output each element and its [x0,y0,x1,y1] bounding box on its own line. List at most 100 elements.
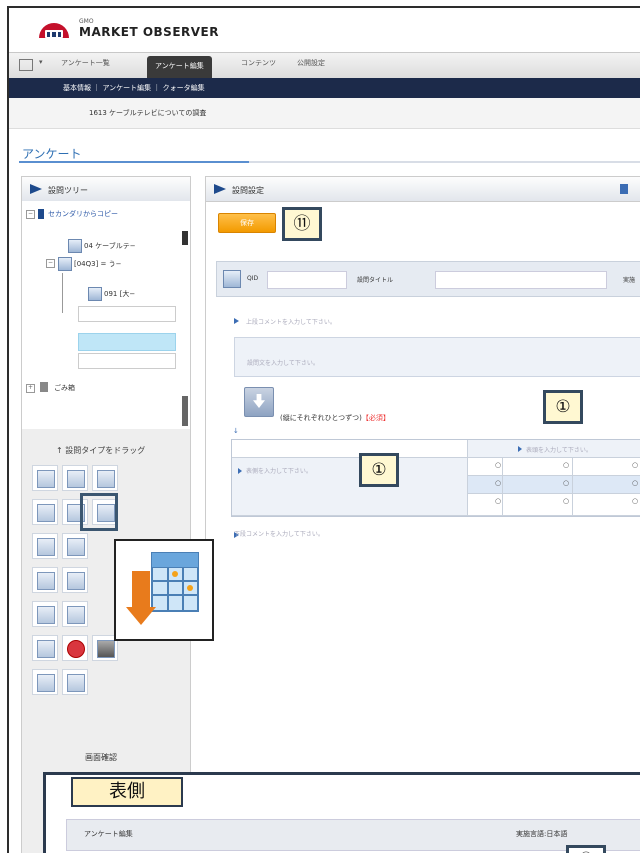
highlighted-matrix-icon [80,493,118,531]
screen-confirm-label[interactable]: 画面確認 [85,752,117,763]
type-table-icon[interactable] [32,567,58,593]
top-comment-input[interactable]: 上段コメントを入力して下さい。 [246,317,336,326]
question-title-input[interactable] [435,271,607,289]
drag-hint: ↑ 設問タイプをドラッグ [22,435,190,461]
save-button[interactable]: 保存 [218,213,276,233]
type-page-icon[interactable] [62,601,88,627]
question-text-hint: 設問文を入力して下さい。 [247,360,319,367]
tab-survey-edit[interactable]: アンケート編集 [147,56,212,78]
logo-text: MARKET OBSERVER [79,25,219,39]
grid-row [468,458,640,476]
tab-survey-list[interactable]: アンケート一覧 [61,58,110,68]
matrix-sa-icon [126,552,199,625]
annotation-badge-column: ① [543,390,583,424]
grid-row-highlight [468,476,640,494]
logo-bar: GMO MARKET OBSERVER [9,8,640,52]
app-frame: GMO MARKET OBSERVER ▾ アンケート一覧 アンケート編集 コン… [7,6,640,853]
question-id-row: QID 設問タイトル 実施 [216,261,640,297]
required-mark: 【必須】 [361,414,390,422]
subnav-links[interactable]: 基本情報 ｜ アンケート編集 ｜ クォータ編集 [63,83,205,93]
column-header-cell[interactable]: 表頭を入力して下さい。 [468,440,640,458]
type-grid-icon[interactable] [32,533,58,559]
type-single-answer-icon[interactable] [32,465,58,491]
flag-icon [30,184,42,194]
tree-item[interactable]: 091 [大− [104,289,135,299]
type-people-icon[interactable] [62,669,88,695]
down-arrow-icon[interactable] [244,387,274,417]
grid-icon [88,287,102,301]
grid-divider [502,458,503,516]
tree-input[interactable] [78,353,176,369]
expand-arrow-icon [518,446,522,452]
panel-action-icon[interactable] [620,184,628,194]
tab-contents[interactable]: コンテンツ [241,58,276,68]
menu-icon[interactable] [19,59,33,71]
row-header-hint: 表側を入力して下さい。 [246,468,312,475]
type-numeric-icon[interactable] [32,635,58,661]
type-ranking-icon[interactable] [32,601,58,627]
tree-panel-header: 設問ツリー [22,177,190,202]
tree-scrollbar-thumb[interactable] [182,396,188,426]
selected-tree-node[interactable] [78,333,176,351]
grid-divider [572,458,573,516]
language-label: 実施 [623,277,636,284]
expand-arrow-icon[interactable] [234,318,239,324]
radio-button[interactable]: ○ [563,479,569,487]
question-settings-panel: 設問設定 保存 QID 設問タイトル 実施 上段コメントを入力して下さい。 設問… [205,176,640,550]
qid-label: QID [247,275,259,282]
tree-item-copy[interactable]: セカンダリからコピー [48,209,118,219]
inset-language-label: 実施言語:日本語 [516,830,568,838]
collapse-icon[interactable]: − [46,259,55,268]
inset-tag-label: 表側 [71,777,183,807]
annotation-badge-row: ① [359,453,399,487]
question-title-label: 設問タイトル [357,277,394,284]
matrix-grid: 表頭を入力して下さい。 表側を入力して下さい。 ○ ○ ○ ○ ○ ○ ○ ○ … [231,439,640,517]
tree-item[interactable]: [04Q3] = う− [74,259,122,269]
collapse-icon[interactable]: − [26,210,35,219]
qid-input[interactable] [267,271,347,289]
settings-panel-title: 設問設定 [232,186,264,195]
type-form-icon[interactable] [62,567,88,593]
tree-input[interactable] [78,306,176,322]
tree-item-trash[interactable]: ごみ箱 [54,383,75,393]
insert-marker-icon: ↓ [233,427,239,435]
type-zoom-icon[interactable] [32,669,58,695]
main-tab-bar: ▾ アンケート一覧 アンケート編集 コンテンツ 公開設定 [9,52,640,80]
grid-corner [232,440,468,458]
sub-navigation: 基本情報 ｜ アンケート編集 ｜ クォータ編集 [9,78,640,98]
tree-scrollbar[interactable] [182,231,188,245]
heading-underline [19,161,640,163]
trash-icon [40,382,48,392]
radio-button[interactable]: ○ [495,479,501,487]
type-list-icon[interactable] [92,465,118,491]
instruction-text: (縦にそれぞれひとつずつ)【必須】 [280,414,390,422]
survey-title: 1613 ケーブルテレビについての調査 [89,109,207,117]
type-text-icon[interactable] [32,499,58,525]
expand-arrow-icon [238,468,242,474]
matrix-question-icon [223,270,241,288]
radio-button[interactable]: ○ [632,497,638,505]
radio-button[interactable]: ○ [632,461,638,469]
stop-icon[interactable] [62,635,88,661]
radio-button[interactable]: ○ [632,479,638,487]
question-text-box[interactable]: 設問文を入力して下さい。 [234,337,640,377]
expand-icon[interactable]: + [26,384,35,393]
type-multi-answer-icon[interactable] [62,465,88,491]
bottom-comment-input[interactable]: 下段コメントを入力して下さい。 [234,529,324,538]
radio-button[interactable]: ○ [563,497,569,505]
question-icon [58,257,72,271]
menu-dropdown-icon[interactable]: ▾ [39,58,43,66]
row-header-cell[interactable]: 表側を入力して下さい。 [232,458,468,516]
survey-title-bar: 1613 ケーブルテレビについての調査 [9,98,640,129]
book-icon [38,209,44,219]
tab-publish-settings[interactable]: 公開設定 [297,58,325,68]
radio-button[interactable]: ○ [563,461,569,469]
zoomed-matrix-icon [114,539,214,641]
type-grid-2-icon[interactable] [62,533,88,559]
grid-row [468,494,640,516]
radio-button[interactable]: ○ [495,497,501,505]
tree-line [62,273,63,313]
inset-example-panel: 表側 アンケート編集 実施言語:日本語 ① [43,772,640,853]
tree-item[interactable]: 04 ケーブルテ− [84,241,136,251]
radio-button[interactable]: ○ [495,461,501,469]
